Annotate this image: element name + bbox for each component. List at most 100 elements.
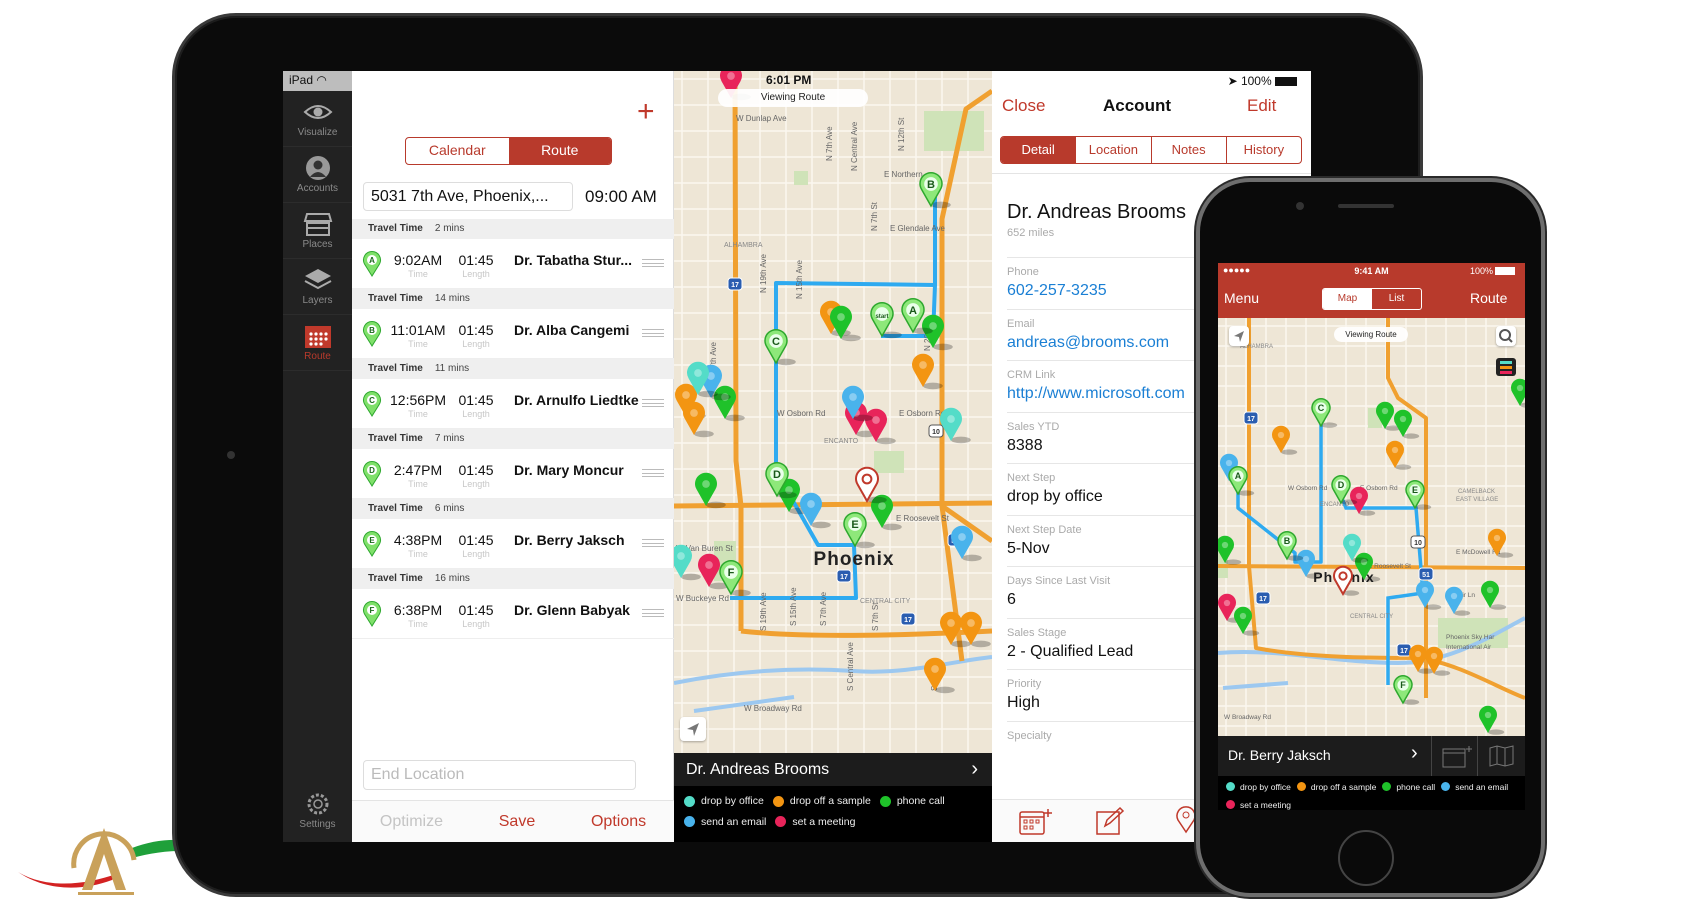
- drag-handle-icon[interactable]: [642, 609, 664, 617]
- tab-list[interactable]: List: [1372, 289, 1421, 309]
- route-button[interactable]: Route: [1470, 290, 1507, 306]
- locate-button[interactable]: [1229, 326, 1249, 346]
- stop-length: 01:45: [458, 532, 494, 548]
- calendar-route-toggle: Calendar Route: [405, 137, 612, 165]
- drag-handle-icon[interactable]: [642, 539, 664, 547]
- home-button[interactable]: [1338, 830, 1394, 886]
- calendar-add-icon[interactable]: [1441, 744, 1475, 768]
- tab-notes[interactable]: Notes: [1150, 137, 1226, 163]
- drag-handle-icon[interactable]: [642, 399, 664, 407]
- locate-button[interactable]: [680, 717, 706, 741]
- street-label: W Broadway Rd: [744, 704, 802, 713]
- green-activity-pin[interactable]: [1394, 409, 1420, 439]
- street-label: ALHAMBRA: [724, 242, 763, 249]
- status-bar: iPad ◠: [283, 71, 352, 91]
- account-distance: 652 miles: [1007, 227, 1055, 239]
- account-tabs: Detail Location Notes History: [1000, 136, 1302, 164]
- route-stop-row[interactable]: E 4:38PM Time 01:45 Length Dr. Berry Jak…: [352, 519, 674, 569]
- teal-activity-pin[interactable]: [1343, 533, 1369, 563]
- green-activity-pin[interactable]: [830, 305, 861, 342]
- start-location-pin[interactable]: [855, 466, 887, 504]
- time-caption: Time: [408, 409, 428, 419]
- status-time: 6:01 PM: [766, 73, 812, 87]
- pin-letter: F: [728, 567, 735, 579]
- chevron-right-icon[interactable]: ›: [971, 753, 978, 786]
- sidebar-item-places[interactable]: Places: [283, 203, 352, 259]
- chevron-right-icon[interactable]: ›: [1411, 742, 1418, 765]
- selected-account-bar[interactable]: Dr. Andreas Brooms ›: [674, 753, 992, 786]
- green-activity-pin[interactable]: [695, 472, 726, 509]
- map-legend: drop by office drop off a sample phone cal…: [1218, 776, 1525, 810]
- route-stop-pin[interactable]: C: [1311, 398, 1338, 428]
- travel-time-label: Travel Time: [368, 573, 423, 584]
- iphone-map[interactable]: 17 17 17 51 10 ALHAMBRA W Osborn Rd E Osborn Rd…: [1218, 318, 1525, 736]
- highway-shield: 17: [727, 277, 743, 291]
- edit-button[interactable]: Edit: [1247, 96, 1276, 116]
- options-button[interactable]: Options: [591, 813, 646, 831]
- menu-button[interactable]: Menu: [1224, 290, 1259, 306]
- optimize-button[interactable]: Optimize: [380, 813, 443, 831]
- stop-letter: D: [369, 466, 375, 475]
- route-stop-row[interactable]: A 9:02AM Time 01:45 Length Dr. Tabatha S…: [352, 239, 674, 289]
- selected-account-bar[interactable]: Dr. Berry Jaksch ›: [1218, 736, 1525, 776]
- tab-detail[interactable]: Detail: [1001, 137, 1076, 163]
- legend-label: set a meeting: [792, 815, 856, 828]
- tab-history[interactable]: History: [1225, 137, 1301, 163]
- drag-handle-icon[interactable]: [642, 329, 664, 337]
- sidebar-item-layers[interactable]: Layers: [283, 259, 352, 315]
- tab-route[interactable]: Route: [508, 138, 611, 164]
- tab-location[interactable]: Location: [1075, 137, 1150, 163]
- divider: [1431, 736, 1432, 776]
- plus-icon[interactable]: +: [637, 97, 655, 127]
- street-label: W Osborn Rd: [1288, 485, 1328, 492]
- time-caption: Time: [408, 549, 428, 559]
- highway-shield: 17: [1255, 591, 1271, 605]
- legend-toggle-button[interactable]: [1496, 358, 1516, 376]
- end-location-input[interactable]: End Location: [363, 760, 636, 790]
- stop-letter: A: [369, 256, 375, 265]
- legend-item: phone call: [879, 791, 945, 811]
- route-stop-pin[interactable]: C: [764, 329, 796, 366]
- route-stop-pin[interactable]: F: [1393, 675, 1420, 705]
- iphone-screen: ●●●●● 9:41 AM 100% Menu Map List Route 1…: [1218, 263, 1525, 810]
- search-button[interactable]: [1496, 326, 1516, 346]
- start-time[interactable]: 09:00 AM: [585, 182, 657, 211]
- save-button[interactable]: Save: [499, 813, 535, 831]
- map-canvas[interactable]: 1717175110W Dunlap AveE NorthernE Glenda…: [674, 71, 992, 753]
- start-address-field[interactable]: 5031 7th Ave, Phoenix,...: [363, 182, 573, 211]
- map-canvas[interactable]: 1717175110ALHAMBRAW Osborn Rd E Osborn Rd…: [1218, 318, 1525, 736]
- street-label: E Roosevelt St: [896, 514, 950, 523]
- teal-activity-pin[interactable]: [940, 407, 971, 444]
- sidebar-item-accounts[interactable]: Accounts: [283, 147, 352, 203]
- highway-number: 10: [1414, 540, 1422, 547]
- calendar-add-icon[interactable]: [1018, 806, 1058, 836]
- sidebar-item-route[interactable]: Route: [283, 315, 352, 371]
- pin-letter: E: [1412, 485, 1418, 495]
- status-battery: ➤ 100%: [1228, 74, 1297, 88]
- route-stop-pin[interactable]: F: [719, 560, 751, 597]
- route-stop-row[interactable]: C 12:56PM Time 01:45 Length Dr. Arnulfo …: [352, 379, 674, 429]
- stop-account-name: Dr. Arnulfo Liedtke: [514, 392, 639, 408]
- route-map[interactable]: 1717175110W Dunlap AveE NorthernE Glenda…: [674, 71, 992, 753]
- green-activity-pin[interactable]: [1479, 705, 1505, 735]
- red-activity-pin[interactable]: [865, 408, 896, 445]
- route-stop-pin[interactable]: start: [870, 302, 902, 339]
- tab-calendar[interactable]: Calendar: [406, 138, 509, 164]
- orange-activity-pin[interactable]: [1272, 425, 1298, 455]
- route-stop-row[interactable]: F 6:38PM Time 01:45 Length Dr. Glenn Bab…: [352, 589, 674, 639]
- green-activity-pin[interactable]: [1511, 378, 1525, 408]
- map-fold-icon[interactable]: [1488, 744, 1516, 768]
- sidebar-item-visualize[interactable]: Visualize: [283, 91, 352, 147]
- drag-handle-icon[interactable]: [642, 469, 664, 477]
- legend-dot-icon: [775, 816, 787, 827]
- edit-icon[interactable]: [1095, 806, 1125, 836]
- tab-map[interactable]: Map: [1323, 289, 1372, 309]
- park-area: [924, 111, 984, 151]
- route-stop-row[interactable]: D 2:47PM Time 01:45 Length Dr. Mary Monc…: [352, 449, 674, 499]
- sidebar-item-settings[interactable]: Settings: [283, 783, 352, 839]
- blue-activity-pin[interactable]: [1297, 549, 1323, 579]
- orange-activity-pin[interactable]: [683, 401, 714, 438]
- route-stop-row[interactable]: B 11:01AM Time 01:45 Length Dr. Alba Can…: [352, 309, 674, 359]
- route-stop-pin[interactable]: E: [843, 512, 875, 549]
- drag-handle-icon[interactable]: [642, 259, 664, 267]
